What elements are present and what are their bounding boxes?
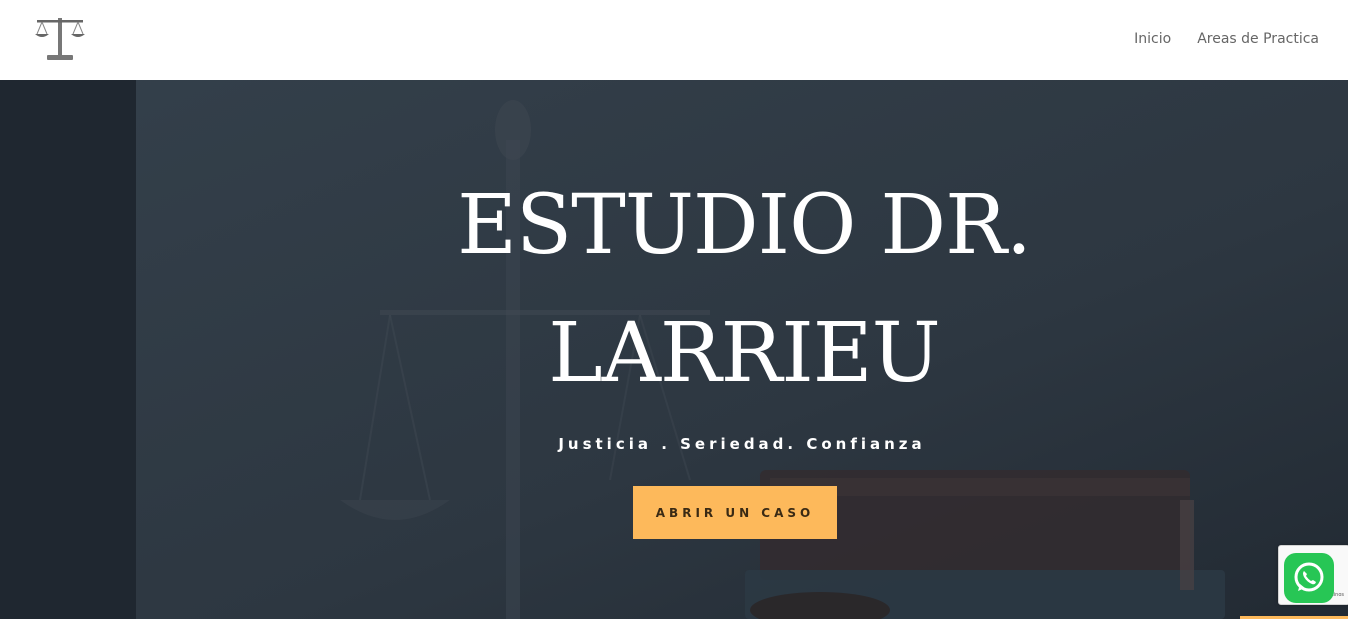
hero-title-line1: ESTUDIO DR. xyxy=(457,178,1032,273)
scales-of-justice-icon[interactable] xyxy=(33,14,87,62)
abrir-un-caso-button[interactable]: ABRIR UN CASO xyxy=(633,486,837,539)
hero-subtitle: Justicia . Seriedad. Confianza xyxy=(558,435,926,453)
main-nav: Inicio Areas de Practica xyxy=(1134,31,1319,47)
whatsapp-icon xyxy=(1294,562,1324,592)
nav-link-inicio[interactable]: Inicio xyxy=(1134,31,1171,47)
hero-title: ESTUDIO DR. LARRIEU xyxy=(380,162,1108,418)
site-header: Inicio Areas de Practica xyxy=(0,0,1348,80)
whatsapp-button[interactable] xyxy=(1284,553,1334,603)
nav-link-areas-de-practica[interactable]: Areas de Practica xyxy=(1197,31,1319,47)
hero-section: ESTUDIO DR. LARRIEU Justicia . Seriedad.… xyxy=(0,80,1348,619)
hero-left-strip xyxy=(0,80,136,619)
hero-title-line2: LARRIEU xyxy=(548,306,941,401)
